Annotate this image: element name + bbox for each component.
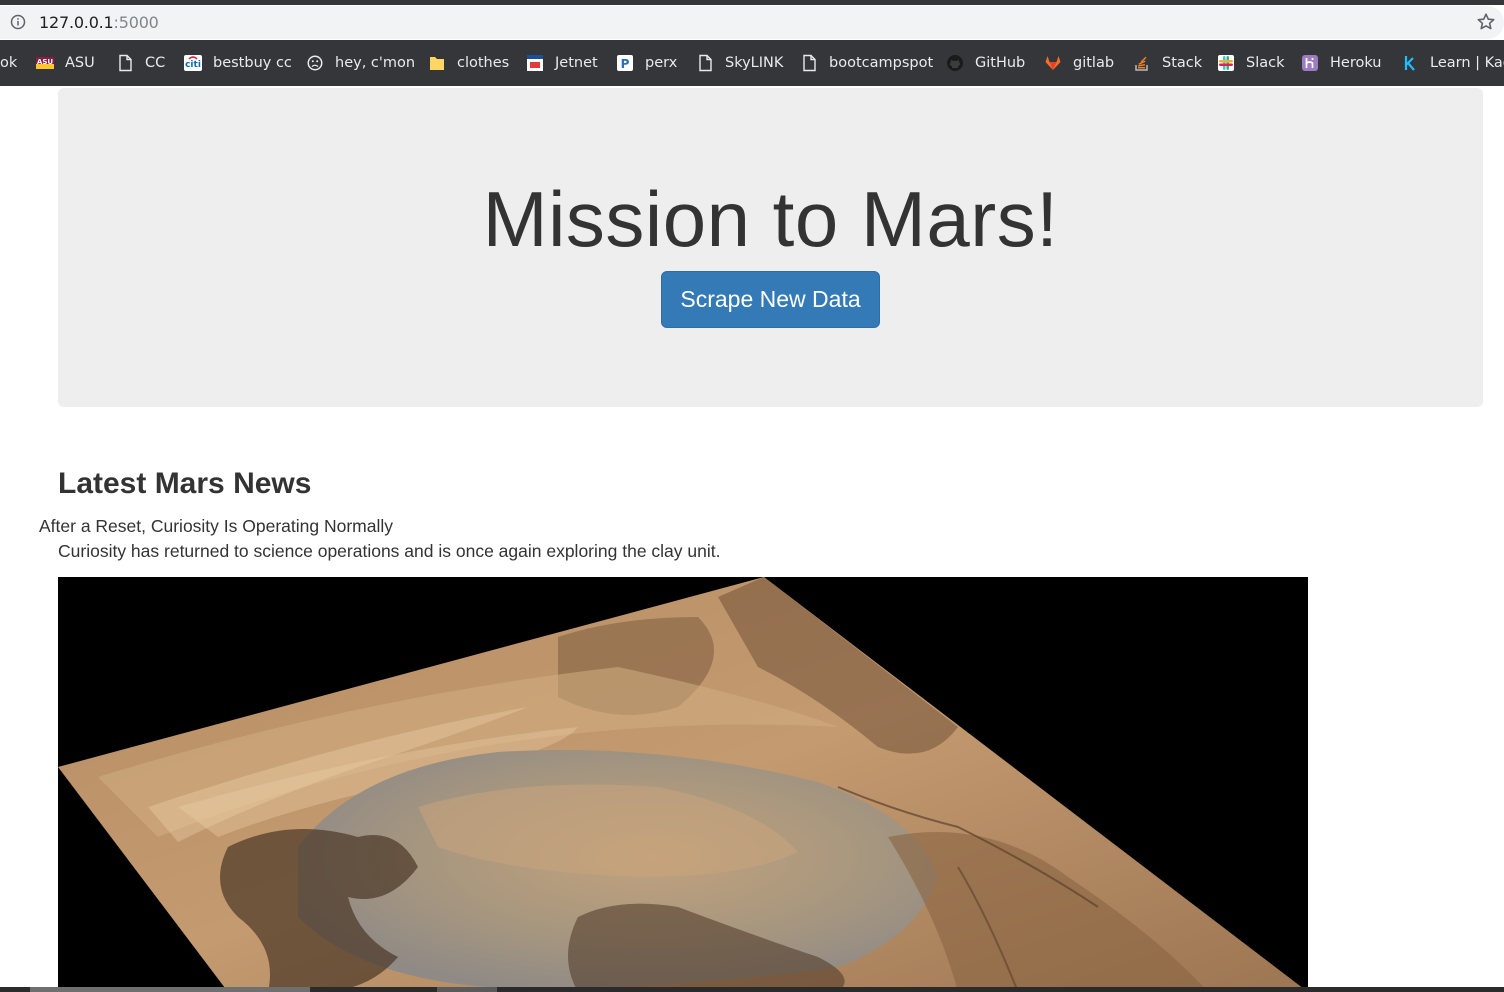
url-host: 127.0.0.1 bbox=[39, 13, 114, 32]
scrape-new-data-button[interactable]: Scrape New Data bbox=[661, 271, 880, 328]
address-bar[interactable]: 127.0.0.1:5000 bbox=[0, 6, 1504, 39]
bookmark-github[interactable]: GitHub bbox=[946, 52, 1025, 74]
bookmark-label: Learn | Kag bbox=[1430, 55, 1504, 71]
slack-icon bbox=[1217, 54, 1235, 72]
heroku-icon bbox=[1301, 54, 1319, 72]
bookmark-asu[interactable]: ASU ASU bbox=[36, 52, 95, 74]
bookmark-label: ok bbox=[0, 55, 18, 71]
bookmarks-bar: ok ASU ASU CC citi bestbuy cc hey, c'mon… bbox=[0, 40, 1504, 86]
bookmark-gitlab[interactable]: gitlab bbox=[1044, 52, 1114, 74]
bookmark-heroku[interactable]: Heroku bbox=[1301, 52, 1381, 74]
bookmark-bootcampspot[interactable]: bootcampspot bbox=[800, 52, 933, 74]
bookmark-slack[interactable]: Slack bbox=[1217, 52, 1285, 74]
featured-mars-image bbox=[58, 577, 1308, 992]
svg-text:P: P bbox=[621, 57, 630, 71]
url-port: :5000 bbox=[113, 13, 159, 32]
bookmark-ok[interactable]: ok bbox=[0, 52, 17, 74]
bookmark-bestbuy-cc[interactable]: citi bestbuy cc bbox=[184, 52, 292, 74]
bookmark-jetnet[interactable]: Jetnet bbox=[526, 52, 598, 74]
perx-icon: P bbox=[616, 54, 634, 72]
mars-rover-photo bbox=[58, 577, 1308, 992]
bookmark-label: Jetnet bbox=[555, 55, 598, 71]
page-content: Mission to Mars! Scrape New Data Latest … bbox=[0, 86, 1504, 992]
bookmark-label: GitHub bbox=[975, 55, 1026, 71]
jetnet-icon bbox=[526, 54, 544, 72]
svg-text:ASU: ASU bbox=[37, 58, 53, 66]
bookmark-clothes[interactable]: clothes bbox=[428, 52, 509, 74]
bookmark-label: gitlab bbox=[1073, 55, 1115, 71]
jumbotron: Mission to Mars! Scrape New Data bbox=[58, 88, 1483, 407]
bookmark-label: Heroku bbox=[1330, 55, 1382, 71]
bookmark-label: Stack bbox=[1162, 55, 1203, 71]
page-title: Mission to Mars! bbox=[482, 175, 1059, 263]
bookmark-label: bootcampspot bbox=[829, 55, 934, 71]
gitlab-icon bbox=[1044, 54, 1062, 72]
news-heading: Latest Mars News bbox=[58, 467, 312, 500]
stackoverflow-icon bbox=[1133, 54, 1151, 72]
bookmark-stack[interactable]: Stack bbox=[1133, 52, 1202, 74]
scrollbar-thumb[interactable] bbox=[30, 987, 310, 992]
bookmark-label: CC bbox=[145, 55, 166, 71]
sad-face-icon bbox=[306, 54, 324, 72]
bookmark-skylink[interactable]: SkyLINK bbox=[696, 52, 783, 74]
bookmark-perx[interactable]: P perx bbox=[616, 52, 677, 74]
citi-logo-icon: citi bbox=[184, 54, 202, 72]
bookmark-label: Slack bbox=[1246, 55, 1285, 71]
bookmark-label: hey, c'mon bbox=[335, 55, 416, 71]
bookmark-label: SkyLINK bbox=[725, 55, 784, 71]
bookmark-label: bestbuy cc bbox=[213, 55, 292, 71]
github-icon bbox=[946, 54, 964, 72]
folder-icon bbox=[428, 54, 446, 72]
bookmark-cc[interactable]: CC bbox=[116, 52, 165, 74]
svg-text:citi: citi bbox=[185, 60, 201, 70]
bookmark-label: ASU bbox=[65, 55, 95, 71]
page-icon bbox=[116, 54, 134, 72]
news-paragraph: Curiosity has returned to science operat… bbox=[58, 541, 721, 561]
kaggle-icon bbox=[1401, 54, 1419, 72]
scrollbar-segment bbox=[437, 987, 497, 992]
asu-logo-icon: ASU bbox=[36, 54, 54, 72]
news-title: After a Reset, Curiosity Is Operating No… bbox=[39, 516, 394, 536]
url-text[interactable]: 127.0.0.1:5000 bbox=[39, 13, 159, 32]
star-outline-icon[interactable] bbox=[1476, 12, 1496, 32]
bookmark-kaggle[interactable]: Learn | Kag bbox=[1401, 52, 1504, 74]
info-circle-icon[interactable] bbox=[10, 14, 26, 30]
address-bar-row: 127.0.0.1:5000 bbox=[0, 5, 1504, 40]
bookmark-label: clothes bbox=[457, 55, 510, 71]
page-icon bbox=[696, 54, 714, 72]
page-icon bbox=[800, 54, 818, 72]
bookmark-hey-cmon[interactable]: hey, c'mon bbox=[306, 52, 415, 74]
bookmark-label: perx bbox=[645, 55, 678, 71]
